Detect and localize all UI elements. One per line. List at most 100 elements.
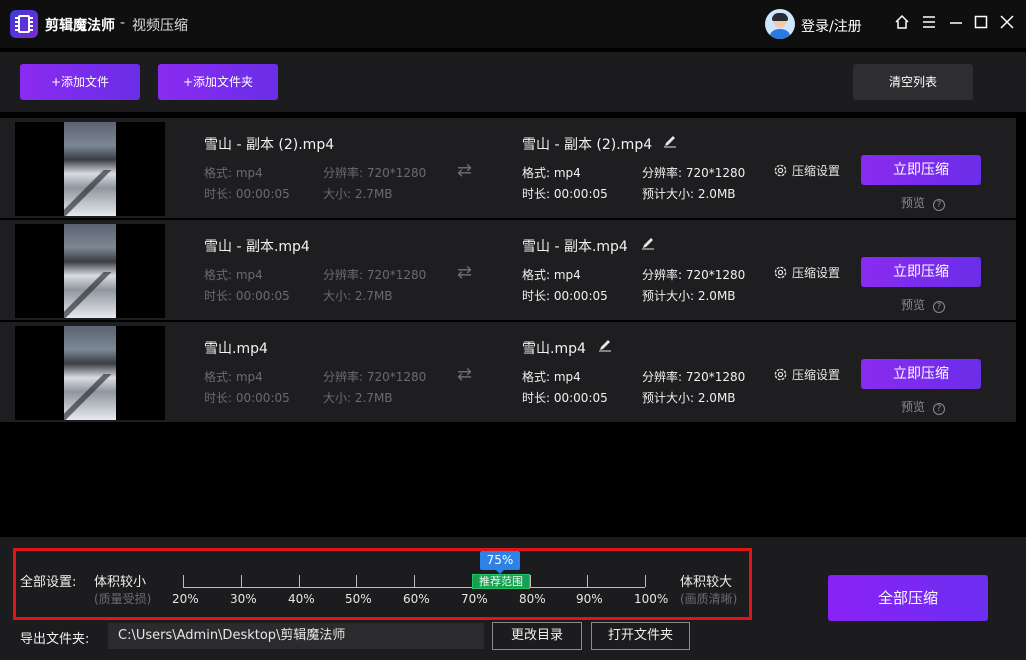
video-thumbnail [15, 326, 165, 420]
video-thumbnail [15, 224, 165, 318]
compress-all-button[interactable]: 全部压缩 [828, 575, 988, 621]
swap-arrows-icon: ⇄ [457, 160, 473, 181]
output-duration: 时长: 00:00:05 [522, 391, 608, 405]
slider-tick [183, 575, 184, 587]
output-duration: 时长: 00:00:05 [522, 289, 608, 303]
pencil-edit-icon[interactable] [598, 338, 612, 352]
list-item: 雪山 - 副本 (2).mp4 格式: mp4 分辨率: 720*1280 时长… [0, 118, 1016, 218]
compress-settings-button[interactable]: 压缩设置 [773, 366, 840, 383]
global-settings-label: 全部设置: [20, 575, 77, 590]
change-directory-button[interactable]: 更改目录 [492, 622, 582, 650]
source-file-name: 雪山.mp4 [204, 341, 268, 357]
swap-arrows-icon: ⇄ [457, 262, 473, 283]
slider-tick-label: 80% [519, 592, 546, 606]
source-file-name: 雪山 - 副本.mp4 [204, 239, 310, 255]
output-format: 格式: mp4 [522, 166, 581, 180]
title-bar: 剪辑魔法师 - 视频压缩 登录/注册 [0, 0, 1026, 48]
compress-settings-label: 压缩设置 [792, 164, 841, 178]
export-path-input[interactable] [108, 623, 484, 649]
film-logo-icon [10, 10, 38, 38]
slider-tick [645, 575, 646, 587]
source-size: 大小: 2.7MB [323, 289, 393, 303]
slider-tick [587, 575, 588, 587]
source-duration: 时长: 00:00:05 [204, 391, 290, 405]
slider-tick [299, 575, 300, 587]
source-duration: 时长: 00:00:05 [204, 187, 290, 201]
clear-list-button[interactable]: 清空列表 [853, 64, 973, 100]
slider-track[interactable] [183, 587, 645, 588]
slider-tick-label: 100% [634, 592, 669, 606]
output-resolution: 分辨率: 720*1280 [642, 370, 746, 384]
slider-tick-label: 70% [461, 592, 488, 606]
recommended-range: 推荐范围 [472, 574, 530, 589]
output-estimated-size: 预计大小: 2.0MB [642, 187, 736, 201]
source-resolution: 分辨率: 720*1280 [323, 370, 427, 384]
close-icon[interactable] [997, 14, 1017, 34]
source-format: 格式: mp4 [204, 166, 263, 180]
preview-link[interactable]: 预览? [901, 296, 946, 313]
slider-value-pointer [496, 570, 504, 574]
list-item: 雪山.mp4 格式: mp4 分辨率: 720*1280 时长: 00:00:0… [0, 322, 1016, 422]
minimize-icon[interactable] [946, 14, 966, 34]
add-folder-button[interactable]: +添加文件夹 [158, 64, 278, 100]
home-icon[interactable] [892, 14, 912, 34]
app-name: 剪辑魔法师 [45, 18, 115, 34]
output-format: 格式: mp4 [522, 370, 581, 384]
compress-now-button[interactable]: 立即压缩 [861, 155, 981, 185]
pencil-edit-icon[interactable] [641, 236, 655, 250]
smaller-size-label: 体积较小 [94, 575, 147, 590]
slider-tick [530, 575, 531, 587]
add-file-button[interactable]: +添加文件 [20, 64, 140, 100]
open-folder-button[interactable]: 打开文件夹 [591, 622, 690, 650]
slider-tick [414, 575, 415, 587]
quality-loss-note: (质量受损) [94, 592, 152, 606]
compress-settings-button[interactable]: 压缩设置 [773, 162, 840, 179]
source-file-name: 雪山 - 副本 (2).mp4 [204, 137, 335, 153]
slider-tick-label: 90% [576, 592, 603, 606]
source-format: 格式: mp4 [204, 370, 263, 384]
title-separator: - [120, 15, 126, 31]
output-estimated-size: 预计大小: 2.0MB [642, 391, 736, 405]
preview-link[interactable]: 预览? [901, 398, 946, 415]
avatar[interactable] [765, 9, 795, 39]
gear-icon [774, 368, 787, 381]
pencil-edit-icon[interactable] [663, 134, 677, 148]
help-icon[interactable]: ? [933, 403, 946, 415]
source-duration: 时长: 00:00:05 [204, 289, 290, 303]
compress-settings-label: 压缩设置 [792, 368, 841, 382]
output-file-name: 雪山 - 副本.mp4 [522, 239, 628, 255]
compress-settings-button[interactable]: 压缩设置 [773, 264, 840, 281]
preview-link[interactable]: 预览? [901, 194, 946, 211]
slider-tick [241, 575, 242, 587]
compress-now-button[interactable]: 立即压缩 [861, 359, 981, 389]
login-register-link[interactable]: 登录/注册 [801, 16, 862, 36]
output-duration: 时长: 00:00:05 [522, 187, 608, 201]
slider-value-badge[interactable]: 75% [480, 551, 520, 570]
output-format: 格式: mp4 [522, 268, 581, 282]
export-folder-label: 导出文件夹: [20, 632, 90, 647]
output-estimated-size: 预计大小: 2.0MB [642, 289, 736, 303]
module-title: 视频压缩 [132, 18, 188, 34]
clear-quality-note: (画质清晰) [680, 592, 738, 606]
compress-settings-label: 压缩设置 [792, 266, 841, 280]
output-file-name: 雪山.mp4 [522, 341, 586, 357]
toolbar: +添加文件 +添加文件夹 清空列表 [0, 52, 1026, 112]
slider-tick-label: 50% [345, 592, 372, 606]
source-resolution: 分辨率: 720*1280 [323, 268, 427, 282]
video-thumbnail [15, 122, 165, 216]
help-icon[interactable]: ? [933, 199, 946, 211]
list-item: 雪山 - 副本.mp4 格式: mp4 分辨率: 720*1280 时长: 00… [0, 220, 1016, 320]
gear-icon [774, 266, 787, 279]
output-resolution: 分辨率: 720*1280 [642, 166, 746, 180]
gear-icon [774, 164, 787, 177]
menu-icon[interactable] [919, 14, 939, 34]
compress-now-button[interactable]: 立即压缩 [861, 257, 981, 287]
source-resolution: 分辨率: 720*1280 [323, 166, 427, 180]
slider-tick-label: 20% [172, 592, 199, 606]
maximize-icon[interactable] [971, 14, 991, 34]
source-size: 大小: 2.7MB [323, 391, 393, 405]
slider-tick-label: 40% [288, 592, 315, 606]
output-resolution: 分辨率: 720*1280 [642, 268, 746, 282]
swap-arrows-icon: ⇄ [457, 364, 473, 385]
help-icon[interactable]: ? [933, 301, 946, 313]
